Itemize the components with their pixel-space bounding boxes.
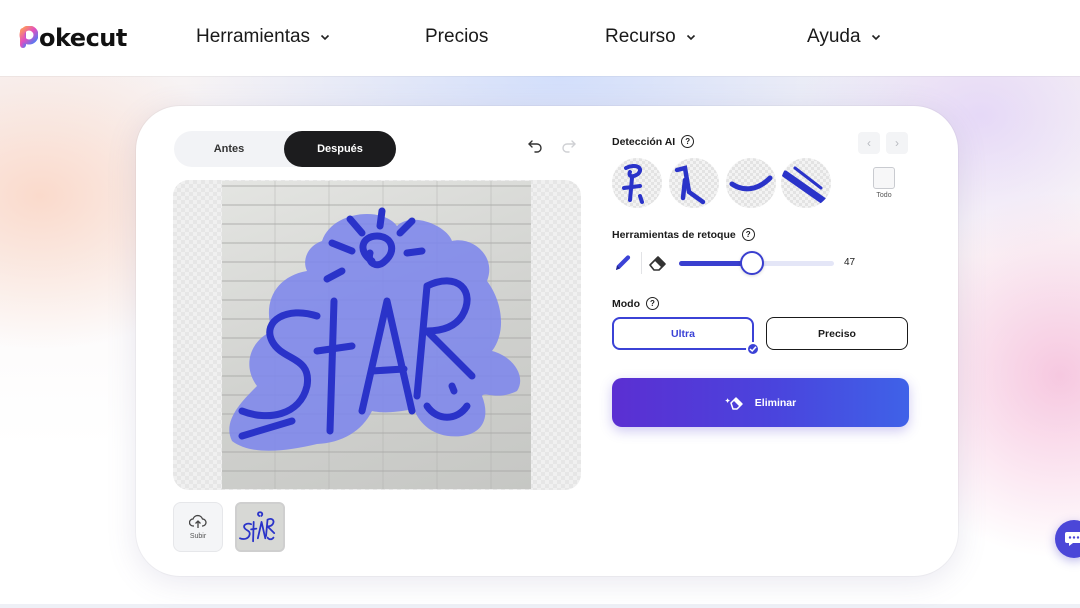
eraser-icon[interactable]	[647, 252, 669, 274]
pencil-icon[interactable]	[612, 252, 634, 274]
retouch-tools-title: Herramientas de retoque ?	[612, 228, 755, 241]
section-divider	[0, 604, 1080, 608]
nav-ayuda[interactable]: Ayuda	[807, 26, 881, 48]
select-all-label: Todo	[876, 192, 892, 199]
nav-label: Recurso	[605, 26, 676, 47]
upload-icon	[189, 514, 207, 528]
remove-button[interactable]: Eliminar	[612, 378, 909, 427]
detected-object-1[interactable]	[612, 158, 662, 208]
detected-object-preview	[781, 166, 829, 206]
select-all-checkbox[interactable]	[873, 167, 895, 189]
magic-eraser-icon	[724, 396, 743, 410]
nav-recurso[interactable]: Recurso	[605, 26, 696, 48]
detected-object-preview	[622, 163, 644, 204]
logo-text: okecut	[39, 24, 127, 52]
image-thumbnail[interactable]	[235, 502, 285, 552]
retouch-tools-label: Herramientas de retoque	[612, 228, 736, 241]
image-canvas[interactable]	[173, 180, 581, 490]
after-tab[interactable]: Después	[284, 131, 396, 167]
before-tab[interactable]: Antes	[174, 131, 284, 167]
nav-precios[interactable]: Precios	[425, 26, 488, 48]
nav-label: Herramientas	[196, 26, 311, 47]
detected-object-4[interactable]	[781, 158, 831, 208]
help-icon[interactable]: ?	[646, 297, 659, 310]
mode-title: Modo ?	[612, 297, 659, 310]
remove-button-label: Eliminar	[754, 396, 797, 409]
help-icon[interactable]: ?	[681, 135, 695, 148]
upload-button[interactable]: Subir	[173, 502, 223, 552]
detected-object-preview	[729, 175, 773, 192]
detected-object-preview	[674, 165, 706, 205]
next-arrow-icon[interactable]: ›	[886, 132, 908, 154]
thumbnail-artwork	[237, 504, 283, 550]
chevron-down-icon	[871, 34, 880, 41]
detected-object-2[interactable]	[669, 158, 719, 208]
pokecut-logo-icon	[19, 26, 38, 48]
nav-herramientas[interactable]: Herramientas	[196, 26, 330, 48]
nav-label: Precios	[425, 26, 489, 47]
redo-icon[interactable]	[558, 136, 578, 156]
mode-label: Modo	[612, 297, 640, 310]
editor-card: Antes Después Subir Detección AI ? ‹ › T…	[136, 106, 958, 576]
help-icon[interactable]: ?	[741, 228, 755, 241]
top-navigation-bar: okecut Herramientas Precios Recurso Ayud…	[0, 0, 1080, 76]
prev-arrow-icon[interactable]: ‹	[858, 132, 880, 154]
mode-ultra-button[interactable]: Ultra	[612, 317, 754, 350]
detected-object-3[interactable]	[726, 158, 776, 208]
chat-icon	[1065, 532, 1080, 546]
tool-divider	[641, 252, 642, 274]
mode-preciso-button[interactable]: Preciso	[766, 317, 908, 350]
pokecut-logo[interactable]: okecut	[18, 24, 127, 52]
ai-detection-title: Detección AI ?	[612, 135, 695, 148]
brush-size-handle[interactable]	[740, 251, 764, 275]
undo-icon[interactable]	[526, 136, 546, 156]
graffiti-with-mask	[229, 207, 521, 451]
brush-size-value: 47	[844, 257, 856, 268]
chevron-down-icon	[686, 34, 695, 41]
upload-label: Subir	[189, 533, 207, 540]
chevron-down-icon	[320, 34, 330, 41]
before-after-toggle: Antes Después	[174, 131, 396, 167]
nav-label: Ayuda	[807, 26, 861, 47]
selected-check-icon	[746, 342, 760, 356]
ai-detection-label: Detección AI	[612, 135, 676, 148]
wall-photo	[222, 181, 531, 489]
